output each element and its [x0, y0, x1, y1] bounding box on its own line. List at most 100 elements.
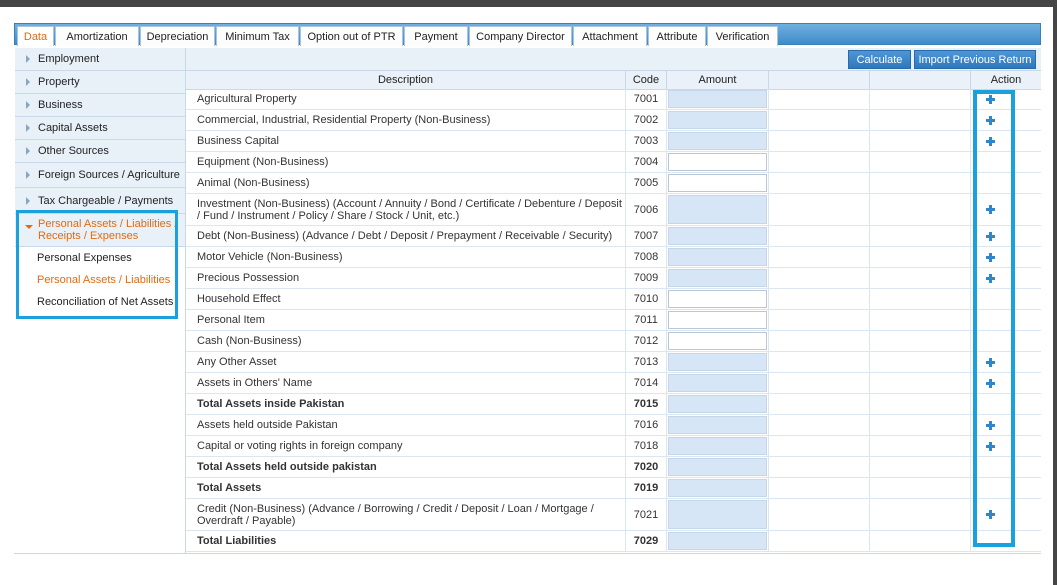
row-amount-cell: [667, 89, 769, 109]
plus-icon[interactable]: [985, 115, 995, 125]
sidebar-item-label: Property: [38, 76, 80, 88]
sidebar-item-tax-chargeable[interactable]: Tax Chargeable / Payments: [15, 188, 185, 214]
row-empty-cell: [870, 173, 971, 193]
plus-icon[interactable]: [985, 357, 995, 367]
row-code: 7011: [626, 310, 667, 330]
amount-input: [668, 532, 767, 550]
row-amount-cell: [667, 152, 769, 172]
chevron-right-icon: [26, 196, 30, 205]
row-empty-cell: [769, 499, 870, 530]
tab-payment[interactable]: Payment: [404, 26, 468, 46]
sidebar-item-personal-assets[interactable]: Personal Assets / Liabilities / Receipts…: [15, 214, 185, 247]
sidebar-item-other-sources[interactable]: Other Sources: [15, 140, 185, 163]
row-empty-cell: [870, 152, 971, 172]
sidebar-item-foreign-sources[interactable]: Foreign Sources / Agriculture: [15, 163, 185, 188]
amount-input: [668, 90, 767, 108]
sidebar-item-employment[interactable]: Employment: [15, 48, 185, 71]
row-code: 7018: [626, 436, 667, 456]
table-row: Debt (Non-Business) (Advance / Debt / De…: [186, 226, 1041, 247]
amount-input[interactable]: [668, 153, 767, 171]
window-frame-top: [0, 0, 1057, 7]
sidebar-item-property[interactable]: Property: [15, 71, 185, 94]
tab-verification[interactable]: Verification: [707, 26, 778, 46]
row-action-cell: [971, 394, 1041, 414]
row-description: Motor Vehicle (Non-Business): [186, 247, 626, 267]
row-empty-cell: [870, 110, 971, 130]
row-empty-cell: [769, 110, 870, 130]
plus-icon[interactable]: [985, 420, 995, 430]
chevron-right-icon: [26, 171, 30, 179]
window-frame-right: [1053, 0, 1057, 585]
sidebar-item-label: Personal Assets / Liabilities / Receipts…: [38, 218, 178, 242]
sidebar-item-label: Tax Chargeable / Payments: [38, 194, 174, 207]
plus-icon[interactable]: [985, 273, 995, 283]
tab-attachment[interactable]: Attachment: [573, 26, 647, 46]
tab-option-out-of-ptr[interactable]: Option out of PTR: [300, 26, 403, 46]
sidebar-subitem-reconciliation[interactable]: Reconciliation of Net Assets: [15, 291, 185, 313]
table-row: Total Liabilities 7029: [186, 531, 1041, 552]
plus-icon[interactable]: [985, 378, 995, 388]
amount-input: [668, 374, 767, 392]
sidebar-item-label: Capital Assets: [38, 122, 108, 134]
tab-data[interactable]: Data: [17, 26, 54, 46]
row-action-cell: [971, 478, 1041, 498]
sidebar-subitem-personal-expenses[interactable]: Personal Expenses: [15, 247, 185, 269]
toolbar: Calculate Import Previous Return: [186, 48, 1041, 70]
plus-icon[interactable]: [985, 231, 995, 241]
table-row: Total Assets inside Pakistan 7015: [186, 394, 1041, 415]
row-empty-cell: [870, 89, 971, 109]
row-empty-cell: [870, 478, 971, 498]
tab-minimum-tax[interactable]: Minimum Tax: [216, 26, 299, 46]
import-previous-return-button[interactable]: Import Previous Return: [914, 50, 1036, 69]
table-row: Precious Possession 7009: [186, 268, 1041, 289]
tab-attribute[interactable]: Attribute: [648, 26, 706, 46]
row-amount-cell: [667, 110, 769, 130]
row-empty-cell: [870, 131, 971, 151]
row-action-cell: [971, 531, 1041, 551]
row-empty-cell: [769, 152, 870, 172]
row-action-cell: [971, 352, 1041, 372]
row-action-cell: [971, 310, 1041, 330]
row-description: Assets in Others' Name: [186, 373, 626, 393]
amount-input: [668, 269, 767, 287]
row-action-cell: [971, 173, 1041, 193]
row-action-cell: [971, 110, 1041, 130]
row-empty-cell: [870, 289, 971, 309]
plus-icon[interactable]: [985, 94, 995, 104]
amount-input[interactable]: [668, 311, 767, 329]
row-empty-cell: [769, 289, 870, 309]
calculate-button[interactable]: Calculate: [848, 50, 911, 69]
table-row: Personal Item 7011: [186, 310, 1041, 331]
sidebar-item-business[interactable]: Business: [15, 94, 185, 117]
amount-input: [668, 195, 767, 224]
tab-amortization[interactable]: Amortization: [55, 26, 139, 46]
row-empty-cell: [870, 499, 971, 530]
row-action-cell: [971, 457, 1041, 477]
row-empty-cell: [769, 268, 870, 288]
sidebar-subitem-personal-assets-liabilities[interactable]: Personal Assets / Liabilities: [15, 269, 185, 291]
row-empty-cell: [769, 531, 870, 551]
sidebar-item-capital-assets[interactable]: Capital Assets: [15, 117, 185, 140]
plus-icon[interactable]: [985, 441, 995, 451]
plus-icon[interactable]: [985, 205, 995, 214]
plus-icon[interactable]: [985, 252, 995, 262]
row-code: 7012: [626, 331, 667, 351]
amount-input[interactable]: [668, 174, 767, 192]
table-row: Business Capital 7003: [186, 131, 1041, 152]
sidebar-item-label: Other Sources: [38, 145, 109, 157]
chevron-down-icon: [25, 225, 33, 229]
plus-icon[interactable]: [985, 510, 995, 519]
tab-depreciation[interactable]: Depreciation: [140, 26, 215, 46]
row-empty-cell: [769, 373, 870, 393]
chevron-right-icon: [26, 55, 30, 63]
column-header-action: Action: [990, 74, 1022, 86]
row-empty-cell: [769, 89, 870, 109]
chevron-right-icon: [26, 147, 30, 155]
amount-input[interactable]: [668, 290, 767, 308]
row-code: 7006: [626, 194, 667, 225]
tab-company-director[interactable]: Company Director: [469, 26, 572, 46]
amount-input[interactable]: [668, 332, 767, 350]
row-empty-cell: [769, 173, 870, 193]
plus-icon[interactable]: [985, 136, 995, 146]
row-description: Total Liabilities: [186, 531, 626, 551]
